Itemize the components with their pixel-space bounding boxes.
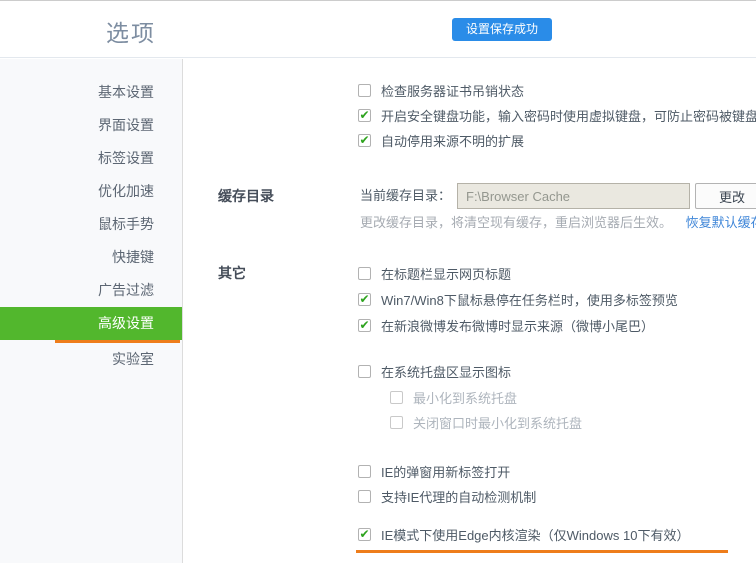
checkbox-tray-icon[interactable] <box>358 365 371 378</box>
checkbox-label[interactable]: 自动停用来源不明的扩展 <box>381 131 524 150</box>
checkbox-titlebar-page-title[interactable] <box>358 267 371 280</box>
options-page: 选项 设置保存成功 基本设置 界面设置 标签设置 优化加速 鼠标手势 快捷键 广… <box>0 0 756 563</box>
checkbox-minimize-to-tray[interactable] <box>390 391 403 404</box>
save-success-toast: 设置保存成功 <box>452 18 552 41</box>
checkbox-row-disable-unknown-extensions: ✔ 自动停用来源不明的扩展 <box>358 127 524 153</box>
checkbox-cert-revocation[interactable] <box>358 84 371 97</box>
cache-path-label: 当前缓存目录： <box>360 183 451 209</box>
checkbox-label[interactable]: 在新浪微博发布微博时显示来源（微博小尾巴） <box>381 316 654 335</box>
checkbox-row-tray-icon: 在系统托盘区显示图标 <box>358 358 511 384</box>
restore-default-cache-link[interactable]: 恢复默认缓存 <box>686 215 756 230</box>
checkbox-ie-proxy-autodetect[interactable] <box>358 490 371 503</box>
checkbox-secure-keyboard[interactable]: ✔ <box>358 109 371 122</box>
page-header: 选项 设置保存成功 <box>0 1 756 58</box>
checkbox-row-titlebar-page-title: 在标题栏显示网页标题 <box>358 260 511 286</box>
checkbox-row-ie-popup-new-tab: IE的弹窗用新标签打开 <box>358 458 510 484</box>
checkbox-label: 最小化到系统托盘 <box>413 388 517 407</box>
checkbox-weibo-source[interactable]: ✔ <box>358 319 371 332</box>
checkbox-label[interactable]: 在系统托盘区显示图标 <box>381 362 511 381</box>
sidebar-item-mouse-gestures[interactable]: 鼠标手势 <box>0 208 182 241</box>
edge-row-highlight-underline <box>356 550 728 553</box>
checkbox-disable-unknown-extensions[interactable]: ✔ <box>358 134 371 147</box>
checkbox-row-taskbar-tab-preview: ✔ Win7/Win8下鼠标悬停在任务栏时，使用多标签预览 <box>358 286 678 312</box>
cache-note-text: 更改缓存目录，将清空现有缓存，重启浏览器后生效。 <box>360 215 672 230</box>
checkbox-row-close-minimize-to-tray: 关闭窗口时最小化到系统托盘 <box>390 409 582 435</box>
checkbox-row-secure-keyboard: ✔ 开启安全键盘功能，输入密码时使用虚拟键盘，可防止密码被键盘 <box>358 102 756 128</box>
sidebar-item-laboratory[interactable]: 实验室 <box>0 343 182 376</box>
checkbox-row-ie-proxy-autodetect: 支持IE代理的自动检测机制 <box>358 483 536 509</box>
checkbox-row-edge-kernel-ie-mode: ✔ IE模式下使用Edge内核渲染（仅Windows 10下有效） <box>358 521 689 547</box>
settings-content: 检查服务器证书吊销状态 ✔ 开启安全键盘功能，输入密码时使用虚拟键盘，可防止密码… <box>184 59 756 563</box>
section-title-other: 其它 <box>218 260 246 286</box>
checkbox-row-cert-revocation: 检查服务器证书吊销状态 <box>358 77 524 103</box>
checkbox-edge-kernel-ie-mode[interactable]: ✔ <box>358 528 371 541</box>
cache-path-input[interactable] <box>457 183 690 209</box>
checkbox-label[interactable]: 支持IE代理的自动检测机制 <box>381 487 536 506</box>
checkbox-row-weibo-source: ✔ 在新浪微博发布微博时显示来源（微博小尾巴） <box>358 312 654 338</box>
checkbox-label[interactable]: 开启安全键盘功能，输入密码时使用虚拟键盘，可防止密码被键盘 <box>381 106 756 125</box>
checkbox-taskbar-tab-preview[interactable]: ✔ <box>358 293 371 306</box>
settings-sidebar: 基本设置 界面设置 标签设置 优化加速 鼠标手势 快捷键 广告过滤 高级设置 实… <box>0 59 183 563</box>
checkbox-label[interactable]: 在标题栏显示网页标题 <box>381 264 511 283</box>
checkbox-row-minimize-to-tray: 最小化到系统托盘 <box>390 384 517 410</box>
cache-directory-row: 当前缓存目录： 更改 <box>184 183 756 209</box>
cache-note-row: 更改缓存目录，将清空现有缓存，重启浏览器后生效。 恢复默认缓存 <box>360 210 756 236</box>
checkbox-ie-popup-new-tab[interactable] <box>358 465 371 478</box>
checkbox-label[interactable]: IE的弹窗用新标签打开 <box>381 462 510 481</box>
sidebar-item-tab-settings[interactable]: 标签设置 <box>0 142 182 175</box>
sidebar-item-interface-settings[interactable]: 界面设置 <box>0 109 182 142</box>
change-directory-button[interactable]: 更改 <box>695 183 756 209</box>
page-title: 选项 <box>106 14 156 48</box>
sidebar-item-optimization[interactable]: 优化加速 <box>0 175 182 208</box>
checkbox-label[interactable]: 检查服务器证书吊销状态 <box>381 81 524 100</box>
sidebar-item-shortcuts[interactable]: 快捷键 <box>0 241 182 274</box>
checkbox-label: 关闭窗口时最小化到系统托盘 <box>413 413 582 432</box>
sidebar-item-advanced-settings[interactable]: 高级设置 <box>0 307 182 340</box>
sidebar-item-ad-filter[interactable]: 广告过滤 <box>0 274 182 307</box>
checkbox-close-minimize-to-tray[interactable] <box>390 416 403 429</box>
checkbox-label[interactable]: Win7/Win8下鼠标悬停在任务栏时，使用多标签预览 <box>381 290 678 309</box>
sidebar-item-basic-settings[interactable]: 基本设置 <box>0 76 182 109</box>
checkbox-label[interactable]: IE模式下使用Edge内核渲染（仅Windows 10下有效） <box>381 525 689 544</box>
